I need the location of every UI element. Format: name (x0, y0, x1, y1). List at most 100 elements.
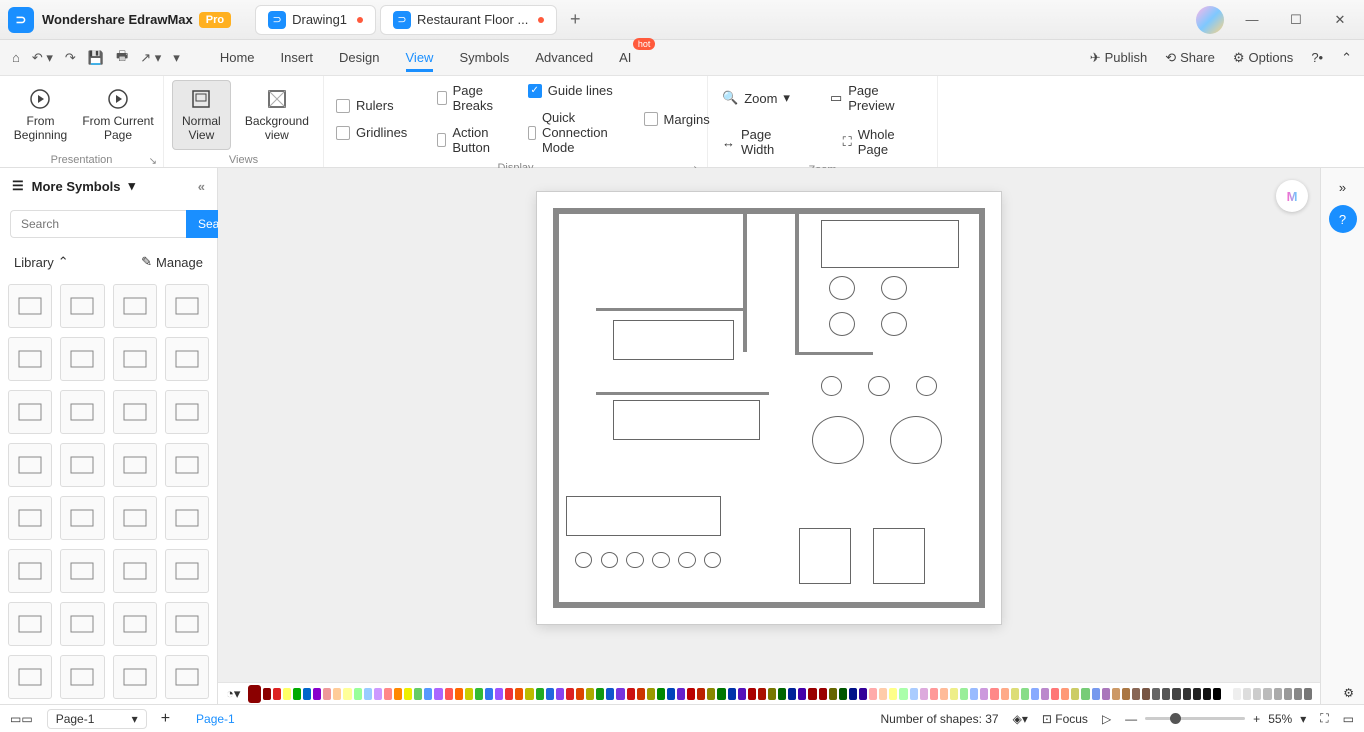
symbol-shape[interactable] (8, 390, 52, 434)
color-swatch[interactable] (819, 688, 827, 700)
color-swatch[interactable] (273, 688, 281, 700)
menu-design[interactable]: Design (339, 44, 379, 71)
color-swatch[interactable] (1284, 688, 1292, 700)
page-width-button[interactable]: ↔ Page Width (716, 124, 809, 160)
color-swatch[interactable] (1193, 688, 1201, 700)
page-preview-button[interactable]: ▭ Page Preview (824, 80, 929, 116)
color-swatch[interactable] (910, 688, 918, 700)
collapse-ribbon-button[interactable]: ⌃ (1341, 50, 1352, 66)
color-swatch[interactable] (1243, 688, 1251, 700)
symbol-shape[interactable] (8, 602, 52, 646)
gridlines-checkbox[interactable]: Gridlines (332, 122, 411, 143)
save-button[interactable]: 💾 (88, 50, 104, 66)
canvas-page[interactable] (537, 192, 1001, 624)
color-swatch[interactable] (293, 688, 301, 700)
maximize-button[interactable]: ☐ (1280, 4, 1312, 36)
color-swatch[interactable] (313, 688, 321, 700)
color-swatch[interactable] (829, 688, 837, 700)
color-swatch[interactable] (717, 688, 725, 700)
zoom-in-button[interactable]: + (1253, 712, 1260, 726)
layers-icon[interactable]: ◈▾ (1013, 712, 1028, 726)
color-swatch[interactable] (1152, 688, 1160, 700)
doc-tab-restaurant[interactable]: ⊃ Restaurant Floor ... (380, 5, 557, 35)
undo-button[interactable]: ↶ ▾ (32, 50, 53, 66)
color-swatch[interactable] (1081, 688, 1089, 700)
color-swatch[interactable] (525, 688, 533, 700)
color-swatch[interactable] (990, 688, 998, 700)
color-swatch[interactable] (707, 688, 715, 700)
color-swatch[interactable] (323, 688, 331, 700)
zoom-slider[interactable]: — + 55%▾ (1125, 712, 1306, 726)
symbol-shape[interactable] (113, 443, 157, 487)
color-swatch[interactable] (930, 688, 938, 700)
page-breaks-checkbox[interactable]: Page Breaks (433, 80, 501, 116)
color-swatch[interactable] (869, 688, 877, 700)
symbol-shape[interactable] (60, 390, 104, 434)
color-swatch[interactable] (1112, 688, 1120, 700)
symbol-shape[interactable] (165, 284, 209, 328)
quick-connection-checkbox[interactable]: Quick Connection Mode (524, 107, 618, 158)
color-swatch[interactable] (475, 688, 483, 700)
symbol-shape[interactable] (165, 337, 209, 381)
menu-home[interactable]: Home (220, 44, 255, 71)
background-view-button[interactable]: Background view (239, 80, 315, 150)
zoom-value[interactable]: 55% (1268, 712, 1292, 726)
page-tab[interactable]: Page-1 (196, 712, 235, 726)
color-swatch[interactable] (950, 688, 958, 700)
color-swatch[interactable] (384, 688, 392, 700)
menu-ai[interactable]: AIhot (619, 44, 631, 71)
guide-lines-checkbox[interactable]: ✓Guide lines (524, 80, 618, 101)
color-swatch[interactable] (1274, 688, 1282, 700)
close-button[interactable]: ✕ (1324, 4, 1356, 36)
user-avatar[interactable] (1196, 6, 1224, 34)
color-swatch[interactable] (889, 688, 897, 700)
color-swatch[interactable] (667, 688, 675, 700)
print-button[interactable]: 🖶 (116, 47, 128, 69)
color-swatch[interactable] (263, 688, 271, 700)
color-swatch[interactable] (414, 688, 422, 700)
add-tab-button[interactable]: + (561, 6, 589, 34)
color-swatch[interactable] (778, 688, 786, 700)
library-toggle[interactable]: Library ⌃ (14, 254, 69, 270)
pages-icon[interactable]: ▭▭ (10, 712, 33, 726)
color-swatch[interactable] (596, 688, 604, 700)
export-button[interactable]: ↗ ▾ (140, 50, 161, 66)
qat-more-button[interactable]: ▾ (173, 50, 180, 66)
options-button[interactable]: ⚙ Options (1233, 50, 1293, 66)
color-swatch[interactable] (980, 688, 988, 700)
symbol-shape[interactable] (165, 443, 209, 487)
fit-page-icon[interactable]: ⛶ (1320, 711, 1328, 726)
symbol-shape[interactable] (60, 284, 104, 328)
share-button[interactable]: ⟲ Share (1165, 50, 1215, 66)
symbol-shape[interactable] (165, 390, 209, 434)
symbol-shape[interactable] (60, 337, 104, 381)
search-input[interactable] (10, 210, 186, 238)
color-swatch[interactable] (1122, 688, 1130, 700)
focus-button[interactable]: ⊡ Focus (1042, 712, 1088, 726)
color-swatch[interactable] (1172, 688, 1180, 700)
color-swatch[interactable] (1092, 688, 1100, 700)
color-swatch[interactable] (1253, 688, 1261, 700)
color-swatch[interactable] (343, 688, 351, 700)
color-swatch[interactable] (687, 688, 695, 700)
color-swatch[interactable] (1304, 688, 1312, 700)
zoom-out-button[interactable]: — (1125, 712, 1137, 726)
color-swatch[interactable] (839, 688, 847, 700)
color-swatch[interactable] (879, 688, 887, 700)
symbol-shape[interactable] (60, 496, 104, 540)
collapse-sidebar-button[interactable]: « (198, 179, 205, 194)
symbol-shape[interactable] (113, 496, 157, 540)
symbol-shape[interactable] (60, 602, 104, 646)
color-swatch[interactable] (616, 688, 624, 700)
color-swatch[interactable] (859, 688, 867, 700)
symbol-shape[interactable] (8, 549, 52, 593)
add-page-button[interactable]: + (161, 710, 170, 728)
color-swatch[interactable] (849, 688, 857, 700)
color-swatch[interactable] (1263, 688, 1271, 700)
color-swatch[interactable] (758, 688, 766, 700)
menu-symbols[interactable]: Symbols (459, 44, 509, 71)
color-swatch[interactable] (1233, 688, 1241, 700)
color-swatch[interactable] (940, 688, 948, 700)
color-swatch[interactable] (303, 688, 311, 700)
color-swatch[interactable] (920, 688, 928, 700)
